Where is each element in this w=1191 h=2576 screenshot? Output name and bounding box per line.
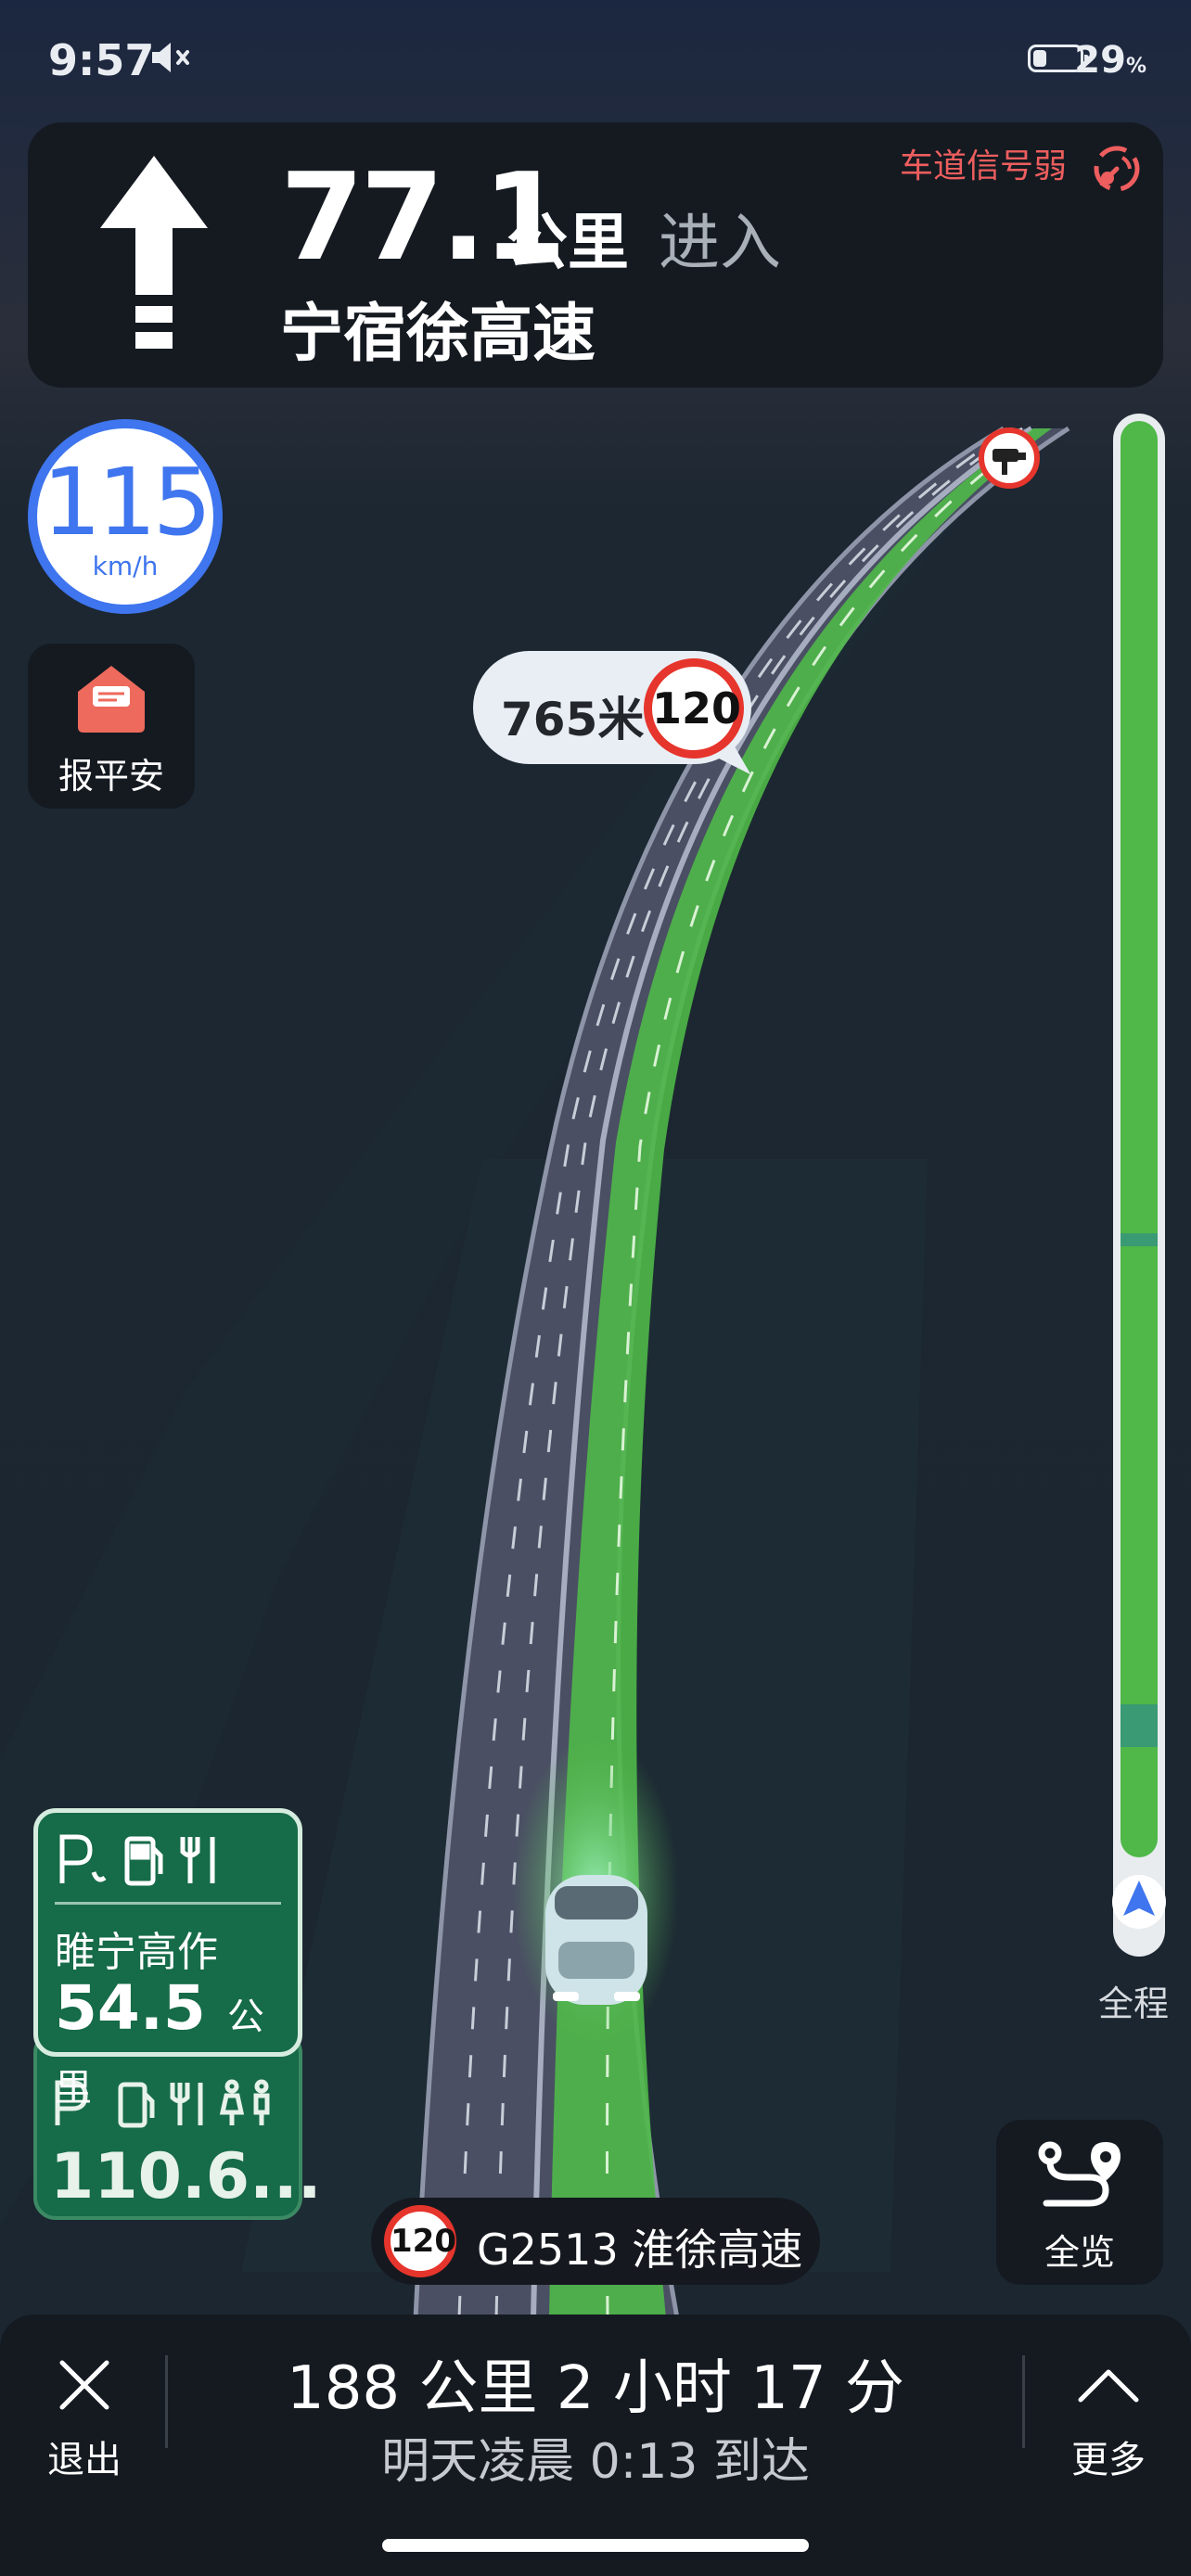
service-area-distance: 54.5 公里 [55, 1972, 264, 2110]
route-progress-bar[interactable] [1113, 414, 1165, 1957]
speed-camera-callout: 765米 120 [473, 651, 751, 764]
service-area-nearest[interactable]: 睢宁高作 54.5 公里 [33, 1808, 302, 2110]
current-speed: 115 km/h [28, 419, 223, 614]
service-facilities-icons [59, 1834, 215, 1886]
trip-eta: 明天凌晨 0:13 到达 [381, 2434, 810, 2490]
vehicle-marker [545, 1875, 647, 2005]
current-road-name: G2513 淮徐高速 [477, 2225, 803, 2275]
status-time: 9:57 [48, 35, 155, 85]
camera-distance: 765米 [501, 693, 645, 746]
battery-percent: 29% [1074, 39, 1146, 82]
route-progress-remaining [1121, 421, 1158, 1857]
guidance-action: 进入 [659, 207, 781, 278]
service-area-name: 睢宁高作 [55, 1929, 218, 1976]
weak-signal-icon [1094, 146, 1140, 192]
current-road-pill: 120 G2513 淮徐高速 [371, 2198, 820, 2285]
chevron-up-icon [1078, 2369, 1139, 2403]
traffic-segment [1121, 1704, 1158, 1747]
more-button[interactable]: 更多 [1048, 2342, 1169, 2481]
service-area-distance: 110.6... [50, 2140, 322, 2213]
bar-divider [1022, 2355, 1025, 2448]
speed-value: 115 [42, 448, 212, 556]
lane-signal-warning: 车道信号弱 [899, 147, 1067, 185]
straight-arrow-icon [100, 156, 208, 349]
restaurant-icon [180, 1837, 215, 1883]
guidance-distance-unit: 公里 [506, 207, 629, 278]
traffic-segment [1121, 1233, 1158, 1246]
camera-speed-limit: 120 [644, 658, 744, 759]
road-speed-limit: 120 [384, 2205, 456, 2277]
envelope-icon [78, 666, 145, 733]
home-indicator[interactable] [382, 2539, 809, 2552]
service-area-divider [55, 1902, 281, 1905]
guidance-road-name: 宁宿徐高速 [280, 298, 596, 371]
bottom-bar: 退出 188 公里 2 小时 17 分 明天凌晨 0:13 到达 更多 [0, 2315, 1191, 2576]
overview-button[interactable]: 全览 [996, 2120, 1163, 2285]
report-safe-label: 报平安 [58, 756, 164, 797]
battery-level [1033, 50, 1046, 67]
guidance-panel[interactable]: 77.1 公里 进入 宁宿徐高速 车道信号弱 [28, 122, 1163, 388]
mute-icon [152, 43, 189, 72]
more-label: 更多 [1071, 2439, 1146, 2481]
trip-summary: 188 公里 2 小时 17 分 [286, 2354, 905, 2423]
parking-icon [59, 1834, 93, 1883]
speed-camera-marker [979, 427, 1040, 489]
route-progress-label: 全程 [1098, 1983, 1170, 2024]
overview-label: 全览 [1044, 2232, 1115, 2273]
current-position-icon [1112, 1875, 1166, 1929]
route-overview-icon [1038, 2141, 1121, 2207]
report-safe-button[interactable]: 报平安 [28, 644, 195, 809]
